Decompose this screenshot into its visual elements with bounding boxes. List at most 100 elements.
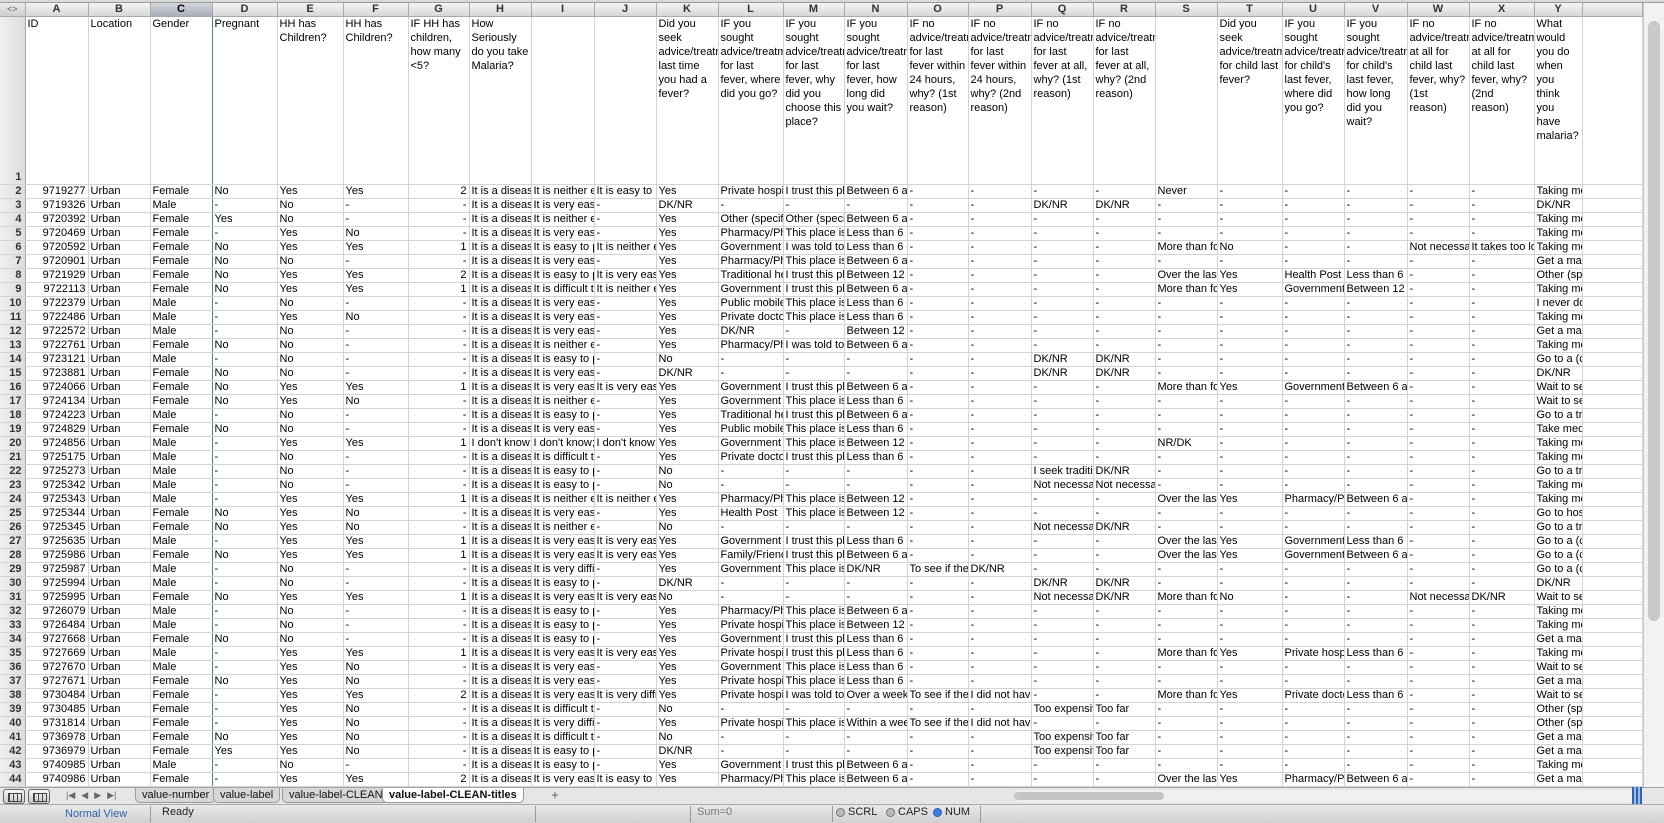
cell[interactable]: -	[1282, 758, 1345, 773]
cell[interactable]: -	[907, 548, 969, 563]
cell[interactable]: -	[1407, 380, 1470, 395]
cell[interactable]: Yes	[277, 730, 344, 745]
cell[interactable]: No	[212, 394, 278, 409]
cell[interactable]: DK/NR	[656, 744, 719, 759]
column-header-j[interactable]: J	[594, 3, 657, 17]
cell[interactable]: -	[1469, 772, 1535, 787]
cell[interactable]: It is easy to pr	[594, 184, 657, 199]
cell[interactable]: -	[343, 212, 409, 227]
cell[interactable]: Urban	[88, 660, 151, 675]
cell[interactable]: -	[1407, 366, 1470, 381]
cell[interactable]: Over the last t	[1155, 268, 1218, 283]
cell[interactable]: Less than 6 hr	[1344, 688, 1408, 703]
cell[interactable]	[1582, 688, 1643, 703]
cell[interactable]: -	[968, 254, 1032, 269]
cell[interactable]: Yes	[656, 268, 719, 283]
cell[interactable]: -	[907, 702, 969, 717]
cell[interactable]: It is a disease	[469, 758, 532, 773]
cell[interactable]: -	[1217, 744, 1283, 759]
row-header[interactable]: 41	[0, 730, 26, 745]
cell[interactable]: It is very easy	[531, 688, 595, 703]
cell[interactable]: Pharmacy/Pha	[1282, 492, 1345, 507]
cell[interactable]: -	[907, 394, 969, 409]
cell[interactable]	[1582, 730, 1643, 745]
cell[interactable]: -	[1031, 422, 1094, 437]
row-header[interactable]: 38	[0, 688, 26, 703]
cell[interactable]: Yes	[343, 436, 409, 451]
cell[interactable]: -	[408, 422, 470, 437]
cell[interactable]: -	[1093, 436, 1156, 451]
cell[interactable]: -	[844, 464, 908, 479]
cell[interactable]: -	[343, 632, 409, 647]
cell[interactable]: -	[1093, 604, 1156, 619]
cell[interactable]	[1582, 548, 1643, 563]
cell[interactable]: Urban	[88, 548, 151, 563]
cell[interactable]	[1582, 324, 1643, 339]
cell[interactable]: Over the last t	[1155, 534, 1218, 549]
cell[interactable]: Government H	[718, 758, 784, 773]
cell[interactable]: It is neither ea	[594, 282, 657, 297]
cell[interactable]: Private doctor	[718, 310, 784, 325]
cell[interactable]: Yes	[656, 716, 719, 731]
column-title-cell[interactable]: IF no advice/treatment at all for child …	[1407, 16, 1470, 185]
cell[interactable]: -	[594, 716, 657, 731]
cell[interactable]: 9720592	[25, 240, 89, 255]
column-title-cell[interactable]: Did you seek advice/treatment for child …	[1217, 16, 1283, 185]
cell[interactable]: Yes	[656, 394, 719, 409]
column-header-w[interactable]: W	[1407, 3, 1470, 17]
cell[interactable]: -	[594, 324, 657, 339]
cell[interactable]: -	[968, 604, 1032, 619]
cell[interactable]: I trust this pla	[783, 268, 845, 283]
cell[interactable]: -	[907, 534, 969, 549]
cell[interactable]: No	[343, 394, 409, 409]
cell[interactable]: Between 6 an	[1344, 492, 1408, 507]
cell[interactable]: -	[594, 506, 657, 521]
cell[interactable]: It is very easy	[531, 254, 595, 269]
cell[interactable]: -	[1344, 562, 1408, 577]
cell[interactable]: -	[1093, 618, 1156, 633]
cell[interactable]: It is neither ea	[531, 212, 595, 227]
cell[interactable]: -	[907, 324, 969, 339]
cell[interactable]: It is very easy	[594, 268, 657, 283]
cell[interactable]	[1582, 632, 1643, 647]
cell[interactable]: It is a disease	[469, 394, 532, 409]
cell[interactable]: -	[594, 226, 657, 241]
cell[interactable]: -	[1469, 352, 1535, 367]
cell[interactable]: -	[1217, 632, 1283, 647]
cell[interactable]: -	[1155, 310, 1218, 325]
cell[interactable]: -	[1031, 632, 1094, 647]
cell[interactable]: Yes	[656, 758, 719, 773]
cell[interactable]: -	[1031, 282, 1094, 297]
cell[interactable]: -	[1407, 212, 1470, 227]
cell[interactable]: -	[1031, 492, 1094, 507]
column-header-l[interactable]: L	[718, 3, 784, 17]
cell[interactable]	[1582, 338, 1643, 353]
last-sheet-icon[interactable]: ▶|	[107, 790, 116, 803]
cell[interactable]: Male	[149, 408, 213, 423]
cell[interactable]: Taking medi	[1534, 338, 1583, 353]
cell[interactable]: -	[968, 352, 1032, 367]
cell[interactable]: -	[1469, 408, 1535, 423]
cell[interactable]: -	[1155, 604, 1218, 619]
cell[interactable]: This place is cl	[783, 618, 845, 633]
cell[interactable]: Not necessary	[1031, 590, 1094, 605]
cell[interactable]: -	[907, 660, 969, 675]
cell[interactable]: Yes	[277, 772, 344, 787]
column-title-cell[interactable]: HH has Children?	[277, 16, 344, 185]
cell[interactable]: It is neither ea	[531, 184, 595, 199]
cell[interactable]: Not necessary	[1031, 520, 1094, 535]
cell[interactable]: Yes	[656, 254, 719, 269]
row-header[interactable]: 15	[0, 366, 26, 381]
cell[interactable]: Yes	[277, 492, 344, 507]
cell[interactable]: -	[1031, 296, 1094, 311]
cell[interactable]: Female	[149, 226, 213, 241]
column-title-cell[interactable]: Gender	[149, 15, 213, 185]
cell[interactable]: -	[1469, 478, 1535, 493]
cell[interactable]: Yes	[656, 618, 719, 633]
cell[interactable]: Male	[149, 352, 213, 367]
cell[interactable]: -	[1407, 324, 1470, 339]
cell[interactable]: -	[968, 198, 1032, 213]
row-header[interactable]: 43	[0, 758, 26, 773]
cell[interactable]: -	[1217, 324, 1283, 339]
cell[interactable]: Less than 6 hr	[844, 226, 908, 241]
